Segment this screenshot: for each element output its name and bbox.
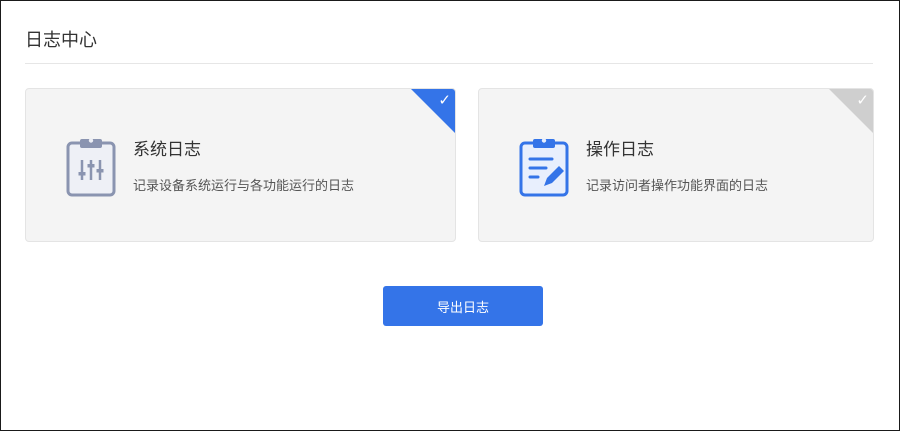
operation-log-description: 记录访问者操作功能界面的日志 (586, 179, 769, 194)
operation-log-title: 操作日志 (586, 140, 654, 160)
system-log-description: 记录设备系统运行与各功能运行的日志 (133, 179, 355, 194)
check-icon: ✓ (856, 91, 869, 109)
clipboard-sliders-icon (66, 138, 116, 197)
clipboard-edit-icon (519, 138, 569, 197)
system-log-title: 系统日志 (133, 140, 201, 160)
check-icon: ✓ (438, 91, 451, 109)
operation-log-card[interactable]: ✓ 操作日志 记录访问者操作功能界面的日志 (478, 88, 874, 242)
system-log-card[interactable]: ✓ 系统日志 记录设备系统运行与各功能运行的日志 (25, 88, 456, 242)
export-log-button[interactable]: 导出日志 (383, 286, 543, 326)
title-divider (25, 63, 873, 64)
log-center-panel: 日志中心 ✓ 系统日志 记录设备系统运行与各功能运行的日志 ✓ 操作日志 记录访… (0, 0, 900, 431)
page-title: 日志中心 (25, 30, 97, 51)
